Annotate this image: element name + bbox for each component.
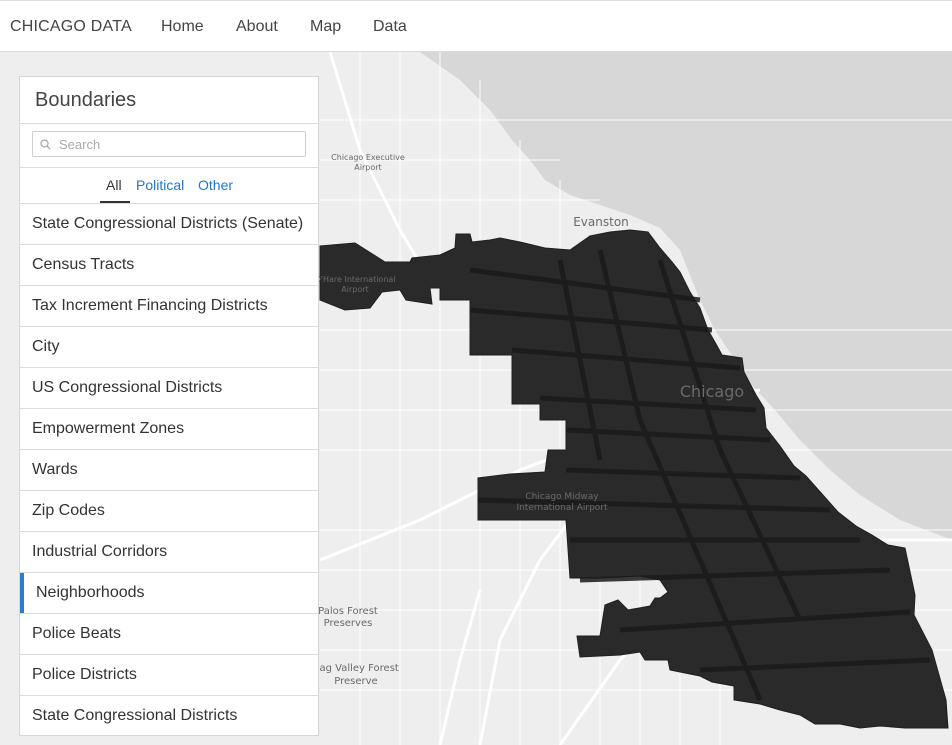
nav-link-map[interactable]: Map bbox=[310, 18, 341, 36]
boundary-list-item-label: Zip Codes bbox=[32, 502, 105, 519]
sag-label-line2: Preserve bbox=[334, 676, 377, 687]
boundary-list-item[interactable]: Census Tracts bbox=[20, 244, 318, 285]
tab-political[interactable]: Political bbox=[136, 177, 184, 193]
boundary-list-item-label: State Congressional Districts (Senate) bbox=[32, 215, 304, 232]
boundary-list-item[interactable]: State Congressional Districts (Senate) bbox=[20, 203, 318, 244]
evanston-label: Evanston bbox=[573, 215, 629, 229]
boundary-list-item-label: Police Districts bbox=[32, 666, 137, 683]
filter-tabs: All Political Other bbox=[20, 167, 318, 203]
boundary-list-item[interactable]: Wards bbox=[20, 449, 318, 490]
chicago-label: Chicago bbox=[680, 382, 744, 401]
boundary-list: State Congressional Districts (Senate) Ce… bbox=[20, 203, 318, 735]
boundary-list-item[interactable]: Neighborhoods bbox=[20, 572, 318, 613]
panel-divider bbox=[20, 123, 318, 124]
nav-link-home[interactable]: Home bbox=[161, 18, 204, 36]
nav-link-data[interactable]: Data bbox=[373, 18, 407, 36]
boundary-list-item-label: City bbox=[32, 338, 60, 355]
boundary-list-item-label: US Congressional Districts bbox=[32, 379, 223, 396]
boundary-list-item[interactable]: Tax Increment Financing Districts bbox=[20, 285, 318, 326]
nav-link-about[interactable]: About bbox=[236, 18, 278, 36]
boundary-list-item[interactable]: City bbox=[20, 326, 318, 367]
search-input[interactable] bbox=[59, 135, 299, 153]
palos-label-line2: Preserves bbox=[324, 618, 373, 629]
boundary-list-item[interactable]: Police Districts bbox=[20, 654, 318, 695]
top-navbar: CHICAGO DATA Home About Map Data bbox=[0, 0, 952, 52]
brand-logo[interactable]: CHICAGO DATA bbox=[10, 18, 132, 36]
exec-airport-label-line2: Airport bbox=[354, 163, 381, 172]
boundary-list-item-label: Empowerment Zones bbox=[32, 420, 185, 437]
selected-indicator bbox=[20, 573, 24, 613]
tab-all[interactable]: All bbox=[106, 177, 122, 193]
palos-label: Palos Forest bbox=[318, 606, 378, 617]
boundary-list-item-label: Wards bbox=[32, 461, 78, 478]
boundary-list-item-label: Census Tracts bbox=[32, 256, 135, 273]
boundary-list-item-label: Neighborhoods bbox=[36, 584, 145, 601]
search-box[interactable] bbox=[32, 131, 306, 157]
boundary-list-item-label: Tax Increment Financing Districts bbox=[32, 297, 268, 314]
boundary-list-item[interactable]: Police Beats bbox=[20, 613, 318, 654]
ohare-label-line2: Airport bbox=[341, 285, 368, 294]
boundaries-panel: Boundaries All Political Other State Con… bbox=[19, 76, 319, 736]
tab-other[interactable]: Other bbox=[198, 177, 233, 193]
midway-label: Chicago Midway bbox=[525, 492, 599, 502]
sag-label: Sag Valley Forest bbox=[313, 663, 399, 674]
boundary-list-item[interactable]: Zip Codes bbox=[20, 490, 318, 531]
boundary-list-item-label: Police Beats bbox=[32, 625, 121, 642]
boundary-list-item-label: State Congressional Districts bbox=[32, 707, 238, 724]
search-icon bbox=[40, 139, 51, 150]
ohare-label: O'Hare International bbox=[314, 275, 395, 284]
boundary-list-item[interactable]: State Congressional Districts bbox=[20, 695, 318, 735]
boundary-list-item[interactable]: Empowerment Zones bbox=[20, 408, 318, 449]
boundary-list-item[interactable]: US Congressional Districts bbox=[20, 367, 318, 408]
panel-title: Boundaries bbox=[35, 89, 137, 111]
exec-airport-label: Chicago Executive bbox=[331, 153, 405, 162]
boundary-list-item-label: Industrial Corridors bbox=[32, 543, 168, 560]
midway-label-line2: International Airport bbox=[516, 503, 608, 513]
boundary-list-item[interactable]: Industrial Corridors bbox=[20, 531, 318, 572]
